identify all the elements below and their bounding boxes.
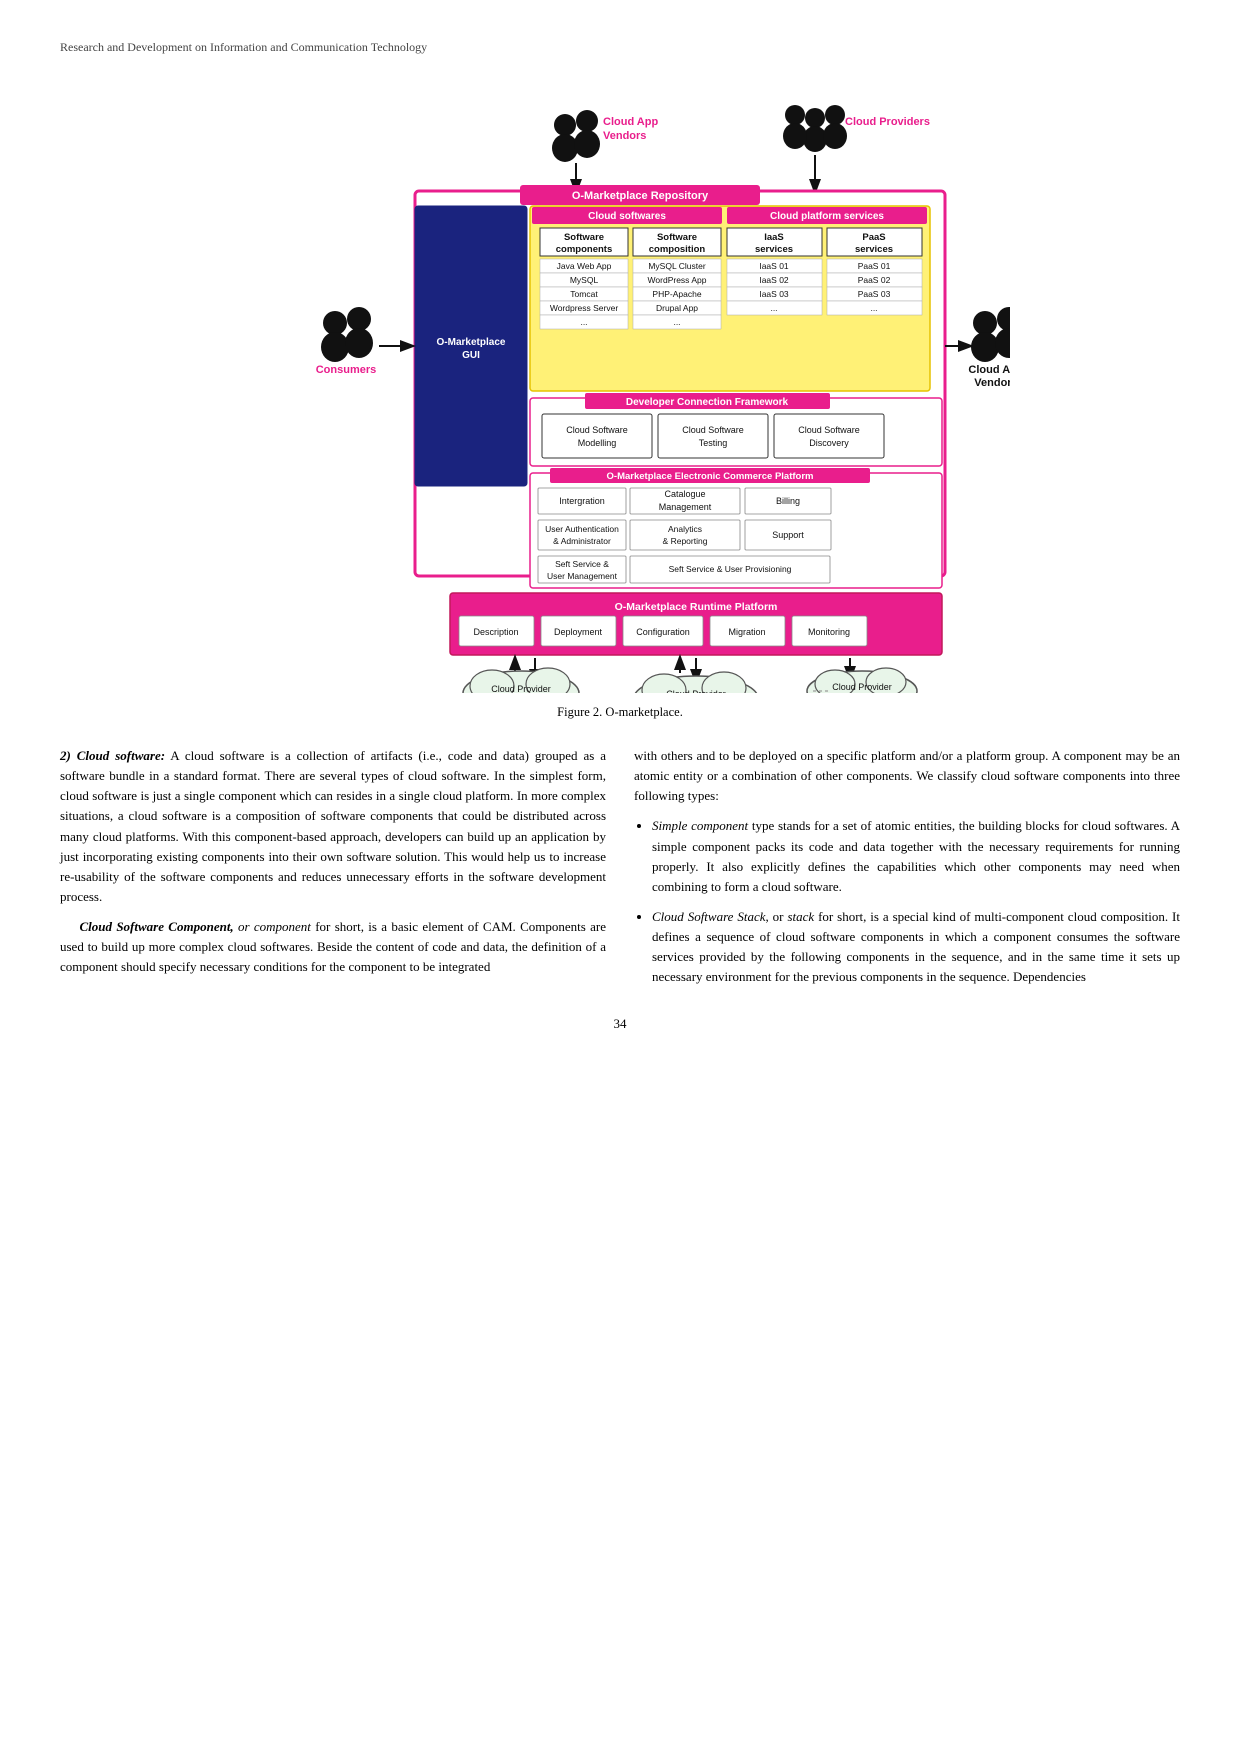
- page-header: Research and Development on Information …: [60, 40, 1180, 55]
- cloud-app-vendors-right-label: Cloud App: [968, 364, 1010, 376]
- diagram-area: Cloud App Vendors Cloud Providers: [60, 73, 1180, 738]
- paas-item-4: ...: [870, 303, 877, 313]
- configuration-label: Configuration: [636, 627, 690, 637]
- integration-label: Intergration: [559, 496, 605, 506]
- body-col-right: with others and to be deployed on a spec…: [634, 746, 1180, 998]
- paas-item-3: PaaS 03: [858, 289, 891, 299]
- cloud-sw-testing-label2: Testing: [699, 438, 728, 448]
- stack-label: stack: [787, 909, 814, 924]
- analytics-label2: & Reporting: [663, 536, 708, 546]
- cloud-softwares-label: Cloud softwares: [588, 211, 666, 222]
- self-service-label2: User Management: [547, 571, 618, 581]
- bullet-item-2: Cloud Software Stack, or stack for short…: [652, 907, 1180, 988]
- cloud-providers-icon: [783, 105, 847, 152]
- cloud-sw-modelling-label2: Modelling: [578, 438, 617, 448]
- sw-comp-item-2: MySQL: [570, 275, 599, 285]
- cloud-provider-a-label: Cloud Provider: [491, 684, 551, 693]
- iaas-services-header: IaaS: [764, 232, 784, 243]
- paas-item-1: PaaS 01: [858, 261, 891, 271]
- description-label: Description: [473, 627, 518, 637]
- o-marketplace-gui-label2: GUI: [462, 350, 480, 361]
- sw-comp2-item-2: WordPress App: [648, 275, 707, 285]
- body-right-p1: with others and to be deployed on a spec…: [634, 746, 1180, 806]
- o-marketplace-gui-label: O-Marketplace: [437, 337, 506, 348]
- cloud-sw-testing-label: Cloud Software: [682, 425, 744, 435]
- iaas-item-1: IaaS 01: [759, 261, 789, 271]
- cloud-app-vendors-top-label2: Vendors: [603, 130, 646, 142]
- iaas-item-3: IaaS 03: [759, 289, 789, 299]
- consumers-label: Consumers: [316, 364, 377, 376]
- cloud-sw-discovery-label: Cloud Software: [798, 425, 860, 435]
- simple-component-label: Simple component: [652, 818, 748, 833]
- paas-item-2: PaaS 02: [858, 275, 891, 285]
- cloud-platform-services-label: Cloud platform services: [770, 211, 884, 222]
- sw-comp2-item-5: ...: [673, 317, 680, 327]
- monitoring-label: Monitoring: [808, 627, 850, 637]
- billing-label: Billing: [776, 496, 800, 506]
- cloud-sw-stack-label: Cloud Software Stack: [652, 909, 766, 924]
- catalogue-mgmt-label2: Management: [659, 502, 712, 512]
- bullet-item-1: Simple component type stands for a set o…: [652, 816, 1180, 897]
- body-left-p2: Cloud Software Component, or component f…: [60, 917, 606, 977]
- body-left-p1: 2) Cloud software: A cloud software is a…: [60, 746, 606, 907]
- paas-services-header2: services: [855, 244, 893, 255]
- user-auth-label: User Authentication: [545, 524, 619, 534]
- cloud-provider-b-label: Cloud Provider: [666, 689, 726, 693]
- sw-comp-item-1: Java Web App: [557, 261, 612, 271]
- body-left-component: component: [254, 919, 311, 934]
- cloud-sw-modelling-label: Cloud Software: [566, 425, 628, 435]
- self-service-label: Seft Service &: [555, 559, 609, 569]
- diagram-svg: Cloud App Vendors Cloud Providers: [230, 73, 1010, 693]
- cloud-provider-c-label: Cloud Provider: [832, 682, 892, 692]
- sw-comp-item-3: Tomcat: [570, 289, 598, 299]
- self-service-provisioning-label: Seft Service & User Provisioning: [669, 564, 792, 574]
- software-components-header: Software: [564, 232, 604, 243]
- ecommerce-platform-label: O-Marketplace Electronic Commerce Platfo…: [607, 471, 814, 482]
- cloud-app-vendors-top-label: Cloud App: [603, 116, 658, 128]
- software-composition-header2: composition: [649, 244, 706, 255]
- iaas-services-header2: services: [755, 244, 793, 255]
- body-left-or: or: [234, 919, 254, 934]
- body-left-p1-text: A cloud software is a collection of arti…: [60, 748, 606, 904]
- body-col-left: 2) Cloud software: A cloud software is a…: [60, 746, 606, 998]
- iaas-item-4: ...: [770, 303, 777, 313]
- cloud-providers-label: Cloud Providers: [845, 116, 930, 128]
- figure-caption: Figure 2. O-marketplace.: [557, 705, 683, 720]
- migration-label: Migration: [728, 627, 765, 637]
- bullet2-sep: , or: [766, 909, 788, 924]
- sw-comp2-item-1: MySQL Cluster: [648, 261, 705, 271]
- body-columns: 2) Cloud software: A cloud software is a…: [60, 746, 1180, 998]
- sw-comp-item-5: ...: [580, 317, 587, 327]
- support-label: Support: [772, 530, 804, 540]
- section-label: 2) Cloud software:: [60, 748, 165, 763]
- software-components-header2: components: [556, 244, 612, 255]
- analytics-label: Analytics: [668, 524, 702, 534]
- diagram-svg-wrap: Cloud App Vendors Cloud Providers: [230, 73, 1010, 697]
- sw-comp2-item-4: Drupal App: [656, 303, 698, 313]
- sw-comp2-item-3: PHP-Apache: [652, 289, 701, 299]
- runtime-platform-label: O-Marketplace Runtime Platform: [615, 601, 778, 613]
- developer-connection-label: Developer Connection Framework: [626, 397, 789, 408]
- software-composition-header: Software: [657, 232, 697, 243]
- paas-services-header: PaaS: [862, 232, 885, 243]
- catalogue-mgmt-label: Catalogue: [664, 489, 705, 499]
- cloud-sw-component-label: Cloud Software Component,: [80, 919, 234, 934]
- iaas-item-2: IaaS 02: [759, 275, 789, 285]
- o-marketplace-repo-label: O-Marketplace Repository: [572, 190, 709, 202]
- deployment-label: Deployment: [554, 627, 603, 637]
- sw-comp-item-4: Wordpress Server: [550, 303, 619, 313]
- user-auth-label2: & Administrator: [553, 536, 611, 546]
- page-number: 34: [60, 1016, 1180, 1032]
- bullet-list: Simple component type stands for a set o…: [634, 816, 1180, 987]
- cloud-sw-discovery-label2: Discovery: [809, 438, 849, 448]
- cloud-app-vendors-right-label2: Vendors: [974, 377, 1010, 389]
